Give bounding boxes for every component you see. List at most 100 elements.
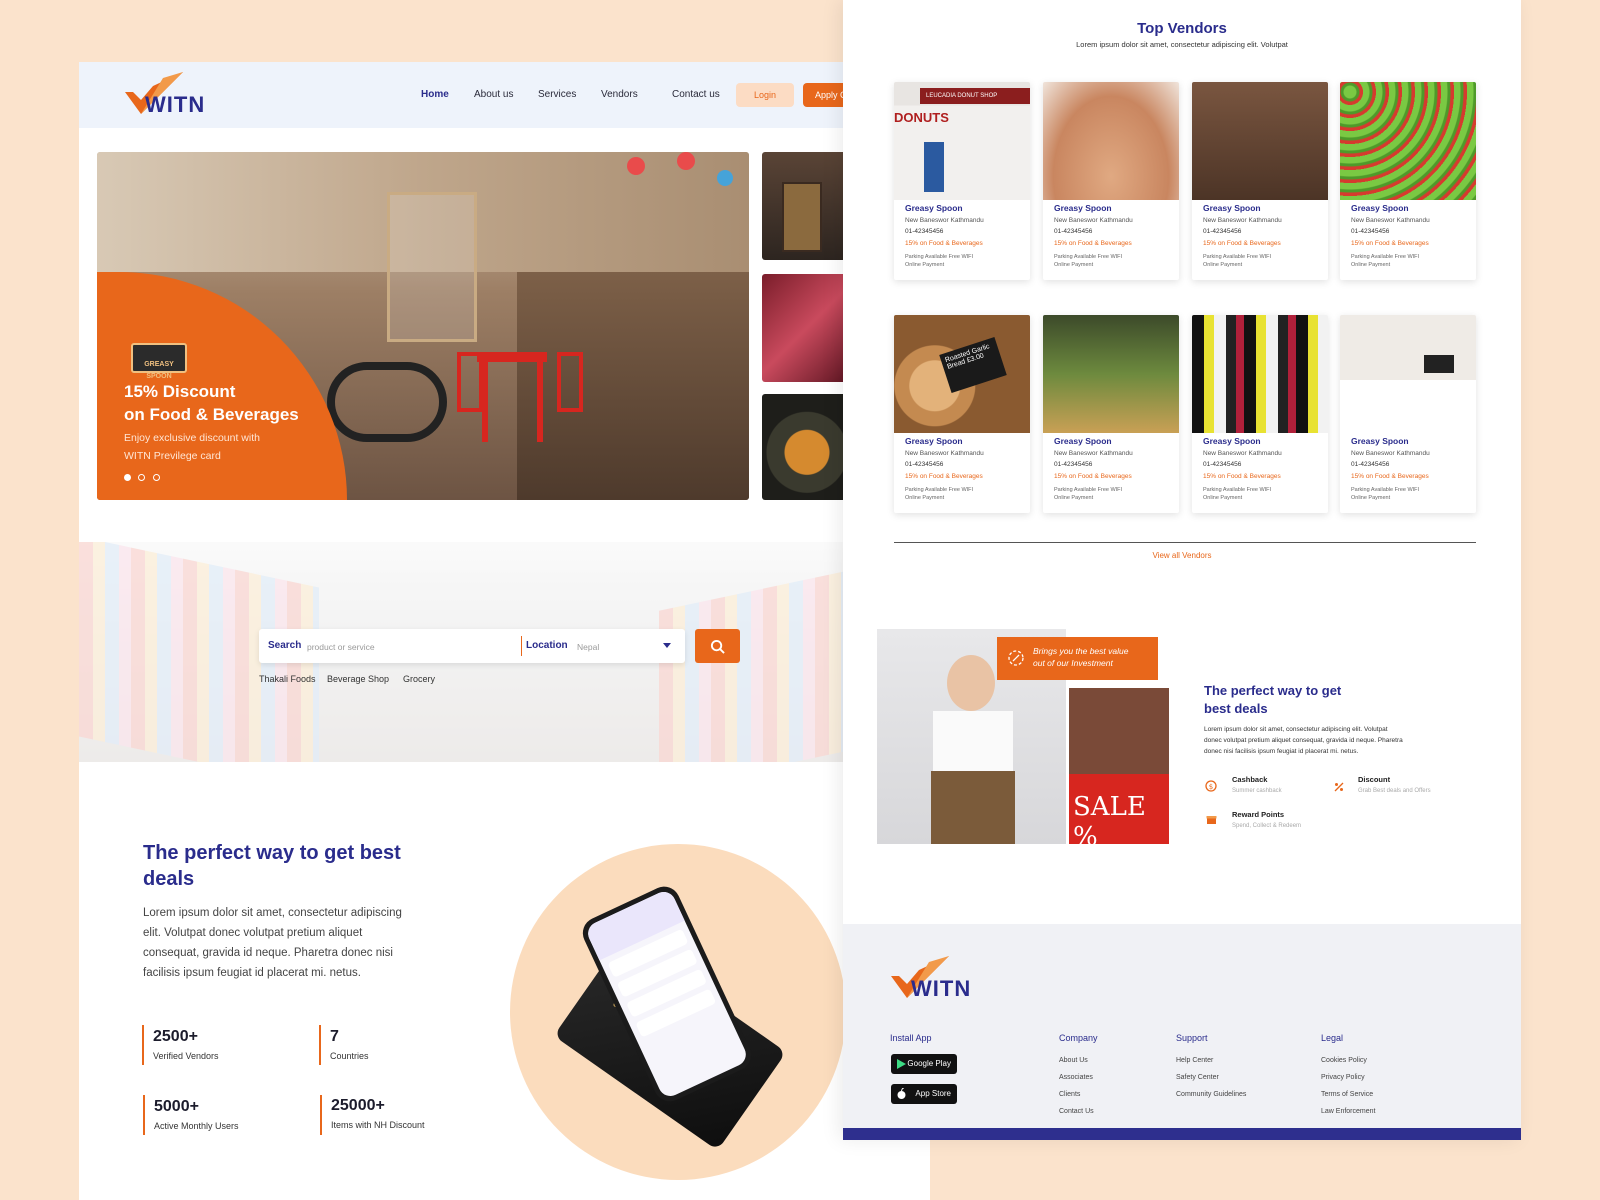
vendor-features-line1: Parking Available Free WIFI [905,487,974,493]
vendor-name: Greasy Spoon [1203,203,1261,213]
login-button[interactable]: Login [736,83,794,107]
slider-dot-2[interactable] [138,474,146,481]
brand-logo[interactable]: WITN [123,70,213,120]
landing-page-right: Top Vendors Lorem ipsum dolor sit amet, … [843,0,1521,1140]
vendor-name: Greasy Spoon [1351,203,1409,213]
vendor-card[interactable]: Roasted Garlic Bread £3.00 Greasy Spoon … [894,315,1030,513]
app-store-label: App Store [915,1089,951,1098]
feature-subtitle: Spend, Collect & Redeem [1232,823,1302,829]
footer-link[interactable]: Law Enforcement [1321,1108,1375,1115]
footer-link[interactable]: Privacy Policy [1321,1074,1365,1081]
nav-contact[interactable]: Contact us [672,89,720,100]
vendor-card[interactable]: Greasy Spoon New Baneswor Kathmandu 01-4… [1192,315,1328,513]
stat-label: Countries [330,1051,369,1061]
vendor-image-tv [1424,355,1454,373]
vendor-phone: 01-42345456 [1351,228,1390,235]
vendor-name: Greasy Spoon [1054,203,1112,213]
deals-tagline-banner: Brings you the best value out of our Inv… [997,637,1158,680]
footer-link[interactable]: Terms of Service [1321,1091,1373,1098]
hero-subtitle: Enjoy exclusive discount with WITN Previ… [124,429,324,465]
vendor-features: Parking Available Free WIFI Online Paymen… [1054,486,1174,502]
vendor-features-line2: Online Payment [905,495,945,501]
stat-value: 5000+ [154,1098,199,1115]
hero-thumbnail-1[interactable] [762,152,852,260]
search-tag[interactable]: Grocery [403,674,435,684]
vendor-card[interactable]: Greasy Spoon New Baneswor Kathmandu 01-4… [1043,315,1179,513]
hero-subtitle-line1: Enjoy exclusive discount with [124,432,260,444]
vendor-features-line2: Online Payment [1351,262,1391,268]
google-play-button[interactable]: Google Play [891,1054,957,1074]
nav-services[interactable]: Services [538,89,576,100]
hero-slide[interactable]: GREASY SPOON 15% Discount on Food & Beve… [97,152,749,500]
vendor-card[interactable]: LEUCADIA DONUT SHOP DONUTS Greasy Spoon … [894,82,1030,280]
intro-body-line3: consequat, gravida id neque. Pharetra do… [143,947,393,959]
feature-title: Cashback [1232,775,1268,784]
deals-photo-face [947,655,995,711]
footer-link[interactable]: Associates [1059,1074,1093,1081]
footer-link[interactable]: Cookies Policy [1321,1057,1367,1064]
hero-title-line1: 15% Discount [124,382,236,401]
vendor-name: Greasy Spoon [1054,436,1112,446]
slider-dot-1[interactable] [124,474,131,481]
landing-page-left: WITN Home About us Services Vendors Cont… [79,62,930,1200]
view-all-vendors-link[interactable]: View all Vendors [843,551,1521,560]
search-divider [521,636,522,656]
google-play-icon [897,1059,906,1069]
vendor-card[interactable]: Greasy Spoon New Baneswor Kathmandu 01-4… [1043,82,1179,280]
deals-title: The perfect way to get best deals [1204,682,1341,718]
vendor-offer: 15% on Food & Beverages [1351,240,1429,247]
vendor-card[interactable]: Greasy Spoon New Baneswor Kathmandu 01-4… [1340,315,1476,513]
footer-link[interactable]: Clients [1059,1091,1080,1098]
intro-body-line4: facilisis ipsum feugiat id placerat mi. … [143,967,361,979]
vendor-card[interactable]: Greasy Spoon New Baneswor Kathmandu 01-4… [1192,82,1328,280]
vendor-features-line1: Parking Available Free WIFI [1351,254,1420,260]
app-store-button[interactable]: App Store [891,1084,957,1104]
footer-link[interactable]: Contact Us [1059,1108,1094,1115]
hero-thumbnail-3[interactable] [762,394,852,500]
slider-dot-3[interactable] [152,474,160,481]
vendor-card[interactable]: Greasy Spoon New Baneswor Kathmandu 01-4… [1340,82,1476,280]
nav-vendors[interactable]: Vendors [601,89,638,100]
feature-subtitle: Grab Best deals and Offers [1358,788,1431,794]
vendor-image: Roasted Garlic Bread £3.00 [894,315,1030,433]
stat-accent-bar [142,1025,144,1065]
deals-photo-pants [931,771,1015,844]
stat-label: Verified Vendors [153,1051,219,1061]
footer-link[interactable]: Community Guidelines [1176,1091,1246,1098]
search-button[interactable] [695,629,740,663]
search-bar: Search product or service Location Nepal [259,629,685,663]
vendor-phone: 01-42345456 [1054,461,1093,468]
vendor-image [1340,315,1476,433]
hero-thumbnail-2[interactable] [762,274,852,382]
brand-name: WITN [145,92,206,117]
feature-title: Reward Points [1232,810,1285,819]
stat-value: 7 [330,1028,339,1045]
cashback-icon: $ [1205,780,1217,792]
vendor-image [1043,82,1179,200]
vendor-address: New Baneswor Kathmandu [905,450,984,457]
vendor-features: Parking Available Free WIFI Online Paymen… [1054,253,1174,269]
deals-body-line2: donec volutpat pretium aliquet consequat… [1204,737,1403,744]
vendor-offer: 15% on Food & Beverages [1054,240,1132,247]
footer-link[interactable]: About Us [1059,1057,1088,1064]
footer-link[interactable]: Help Center [1176,1057,1213,1064]
vendor-phone: 01-42345456 [905,461,944,468]
chevron-down-icon[interactable] [663,643,671,649]
footer-accent-bar [843,1128,1521,1140]
nav-about[interactable]: About us [474,89,513,100]
footer-brand-logo[interactable]: WITN [889,954,979,1010]
vendor-features: Parking Available Free WIFI Online Paymen… [1203,253,1323,269]
hero-photo-chair-leg [537,362,543,442]
footer-col-heading: Support [1176,1033,1208,1043]
nav-home[interactable]: Home [421,89,449,100]
deals-photo-sale: SALE % [1069,688,1169,852]
footer-link[interactable]: Safety Center [1176,1074,1219,1081]
vendor-phone: 01-42345456 [1203,461,1242,468]
vendor-features: Parking Available Free WIFI Online Paymen… [1203,486,1323,502]
vendor-image-sign: Roasted Garlic Bread £3.00 [939,337,1007,393]
location-select[interactable]: Nepal [577,642,599,652]
search-input[interactable]: product or service [307,642,375,652]
search-tag[interactable]: Thakali Foods [259,674,316,684]
search-tag[interactable]: Beverage Shop [327,674,389,684]
vendor-address: New Baneswor Kathmandu [1054,450,1133,457]
